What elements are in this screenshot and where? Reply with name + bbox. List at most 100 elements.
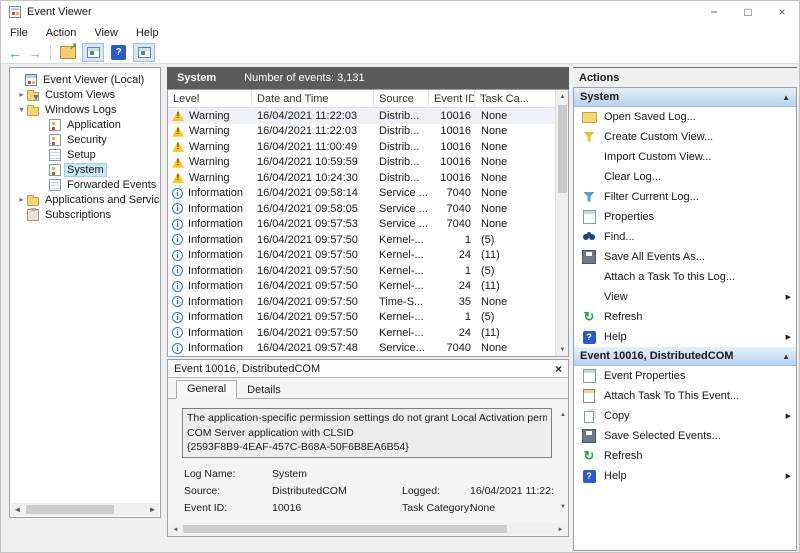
tree-item[interactable]: Subscriptions (10, 207, 160, 222)
event-row[interactable]: Information 16/04/2021 09:57:50 Kernel-.… (168, 248, 568, 264)
event-row[interactable]: Warning 16/04/2021 11:22:03 Distrib... 1… (168, 124, 568, 140)
column-header[interactable]: Event ID (429, 90, 475, 108)
menu-item[interactable]: Action (37, 27, 86, 39)
event-row[interactable]: Information 16/04/2021 09:57:50 Kernel-.… (168, 232, 568, 248)
forward-icon[interactable]: → (25, 45, 45, 61)
minimize-button[interactable]: − (697, 1, 731, 23)
action-item[interactable]: Open Saved Log... (574, 107, 796, 127)
level-icon (172, 311, 183, 323)
actions-section-header-event[interactable]: Event 10016, DistributedCOM ▲ (574, 347, 796, 366)
collapse-icon[interactable]: ▲ (782, 93, 790, 102)
action-item[interactable]: Help ▶ (574, 327, 796, 347)
event-row[interactable]: Information 16/04/2021 09:57:53 Service … (168, 217, 568, 233)
event-row[interactable]: Information 16/04/2021 09:58:05 Service … (168, 201, 568, 217)
event-row[interactable]: Information 16/04/2021 09:57:50 Kernel-.… (168, 279, 568, 295)
description-line: {2593F8B9-4EAF-457C-B68A-50F6B8EA6B54} (187, 441, 409, 453)
console-tree-toggle-button[interactable] (82, 43, 104, 62)
action-item[interactable]: Import Custom View... (574, 147, 796, 167)
event-row[interactable]: Warning 16/04/2021 11:22:03 Distrib... 1… (168, 108, 568, 124)
action-item[interactable]: Refresh (574, 307, 796, 327)
action-label: Event Properties (604, 370, 686, 382)
level-label: Warning (189, 140, 230, 153)
action-item[interactable]: Filter Current Log... (574, 187, 796, 207)
events-vscrollbar[interactable]: ▲ ▼ (555, 90, 568, 356)
column-header[interactable]: Date and Time (252, 90, 374, 108)
action-pane-toggle-button[interactable] (133, 43, 155, 62)
event-row[interactable]: Information 16/04/2021 09:58:14 Service … (168, 186, 568, 202)
event-row[interactable]: Information 16/04/2021 09:57:50 Kernel-.… (168, 263, 568, 279)
tree-item[interactable]: System (10, 162, 160, 177)
close-icon[interactable]: × (555, 362, 562, 376)
tree-item[interactable]: Event Viewer (Local) (10, 72, 160, 87)
help-icon[interactable]: ? (111, 45, 126, 60)
actions-section-header-system[interactable]: System ▲ (574, 88, 796, 107)
column-header[interactable]: Level (168, 90, 252, 108)
menu-item[interactable]: View (85, 27, 127, 39)
scroll-left-icon[interactable]: ◄ (169, 523, 182, 536)
export-log-icon[interactable] (60, 41, 77, 59)
action-item[interactable]: View ▶ (574, 287, 796, 307)
action-item[interactable]: Help ▶ (574, 466, 796, 486)
tab-details[interactable]: Details (237, 382, 291, 399)
source-cell: Kernel-... (379, 249, 424, 262)
action-item[interactable]: Clear Log... (574, 167, 796, 187)
scrollbar-thumb[interactable] (26, 505, 114, 514)
level-cell: Information (168, 296, 252, 308)
tree-item[interactable]: ▾ Windows Logs (10, 102, 160, 117)
back-icon[interactable]: ← (5, 45, 25, 61)
event-row[interactable]: Warning 16/04/2021 11:00:49 Distrib... 1… (168, 139, 568, 155)
event-id-cell: 7040 (446, 202, 471, 215)
scroll-up-icon[interactable]: ▲ (560, 412, 566, 418)
column-header[interactable]: Source (374, 90, 429, 108)
event-fields: Log Name: System Source: DistributedCOM … (168, 465, 568, 516)
event-row[interactable]: Warning 16/04/2021 10:24:30 Distrib... 1… (168, 170, 568, 186)
action-item[interactable]: Attach a Task To this Log... (574, 267, 796, 287)
tree-expander-icon[interactable]: ▸ (16, 90, 27, 99)
action-item[interactable]: Save Selected Events... (574, 426, 796, 446)
scroll-right-icon[interactable]: ► (146, 503, 159, 516)
event-description-box[interactable]: The application-specific permission sett… (182, 408, 552, 458)
event-row[interactable]: Information 16/04/2021 09:57:48 Service.… (168, 341, 568, 354)
scroll-up-icon[interactable]: ▲ (556, 90, 568, 103)
task-category-cell: None (481, 342, 508, 354)
scrollbar-thumb[interactable] (558, 105, 567, 193)
tree-item[interactable]: Application (10, 117, 160, 132)
tab-general[interactable]: General (176, 380, 238, 399)
action-item[interactable]: Create Custom View... (574, 127, 796, 147)
action-item[interactable]: Copy ▶ (574, 406, 796, 426)
action-item[interactable]: Event Properties (574, 366, 796, 386)
tree-item-icon (49, 133, 61, 146)
tree-hscrollbar[interactable]: ◄ ► (11, 503, 159, 516)
scroll-left-icon[interactable]: ◄ (11, 503, 24, 516)
collapse-icon[interactable]: ▲ (782, 352, 790, 361)
tree-expander-icon[interactable]: ▸ (16, 195, 27, 204)
action-icon (581, 249, 597, 265)
scroll-right-icon[interactable]: ► (554, 523, 567, 536)
event-row[interactable]: Information 16/04/2021 09:57:50 Kernel-.… (168, 325, 568, 341)
tree-item[interactable]: Security (10, 132, 160, 147)
tree-item[interactable]: Forwarded Events (10, 177, 160, 192)
action-item[interactable]: Attach Task To This Event... (574, 386, 796, 406)
scroll-down-icon[interactable]: ▼ (556, 343, 568, 356)
tree-item[interactable]: Setup (10, 147, 160, 162)
scroll-down-icon[interactable]: ▼ (560, 504, 566, 510)
scrollbar-thumb[interactable] (183, 525, 507, 533)
maximize-button[interactable]: □ (731, 1, 765, 23)
tree-expander-icon[interactable]: ▾ (16, 105, 27, 114)
event-row[interactable]: Warning 16/04/2021 10:59:59 Distrib... 1… (168, 155, 568, 171)
menu-item[interactable]: Help (127, 27, 168, 39)
action-item[interactable]: Properties (574, 207, 796, 227)
action-item[interactable]: Find... (574, 227, 796, 247)
action-item[interactable]: Refresh (574, 446, 796, 466)
detail-tabs: General Details (168, 378, 568, 399)
detail-hscrollbar[interactable]: ◄ ► (169, 523, 567, 535)
menu-item[interactable]: File (1, 27, 37, 39)
close-button[interactable]: × (765, 1, 799, 23)
event-row[interactable]: Information 16/04/2021 09:57:50 Time-S..… (168, 294, 568, 310)
action-icon (581, 408, 597, 424)
action-item[interactable]: Save All Events As... (574, 247, 796, 267)
tree-item[interactable]: ▸ Custom Views (10, 87, 160, 102)
event-row[interactable]: Information 16/04/2021 09:57:50 Kernel-.… (168, 310, 568, 326)
tree-item[interactable]: ▸ Applications and Services Log (10, 192, 160, 207)
date-cell: 16/04/2021 09:57:50 (257, 326, 358, 339)
